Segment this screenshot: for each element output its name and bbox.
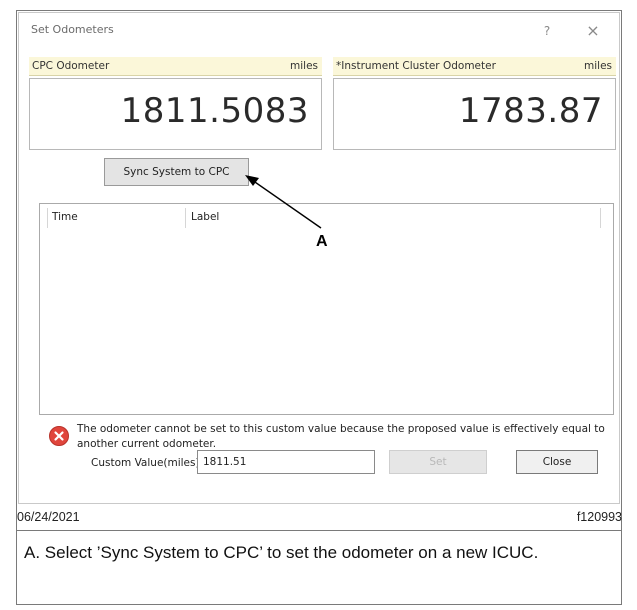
- title-bar: Set Odometers ? ×: [19, 13, 619, 49]
- column-divider[interactable]: [47, 208, 48, 228]
- cluster-odometer-value: 1783.87: [458, 91, 603, 131]
- cluster-odometer-label: *Instrument Cluster Odometer: [336, 60, 496, 72]
- set-odometers-dialog: Set Odometers ? × CPC Odometer miles 181…: [18, 12, 620, 504]
- cluster-odometer-panel: *Instrument Cluster Odometer miles 1783.…: [333, 57, 616, 153]
- cluster-odometer-header: *Instrument Cluster Odometer miles: [333, 57, 616, 76]
- close-x-icon[interactable]: ×: [581, 20, 605, 42]
- help-button[interactable]: ?: [537, 21, 557, 41]
- error-message: The odometer cannot be set to this custo…: [77, 423, 605, 450]
- figure-divider: [16, 530, 622, 531]
- cluster-odometer-unit: miles: [584, 60, 612, 72]
- figure: Set Odometers ? × CPC Odometer miles 181…: [0, 0, 637, 610]
- cluster-odometer-value-box: 1783.87: [333, 78, 616, 150]
- figure-date: 06/24/2021: [17, 510, 80, 524]
- sync-system-to-cpc-button[interactable]: Sync System to CPC: [104, 158, 249, 186]
- close-button[interactable]: Close: [516, 450, 598, 474]
- cpc-odometer-value-box: 1811.5083: [29, 78, 322, 150]
- set-button[interactable]: Set: [389, 450, 487, 474]
- error-x-icon: [49, 426, 69, 446]
- custom-value-input[interactable]: [197, 450, 375, 474]
- column-divider[interactable]: [600, 208, 601, 228]
- callout-letter: A: [316, 233, 328, 250]
- log-table-header: Time Label: [40, 204, 613, 230]
- dialog-title: Set Odometers: [31, 23, 114, 36]
- column-divider[interactable]: [185, 208, 186, 228]
- cpc-odometer-panel: CPC Odometer miles 1811.5083: [29, 57, 322, 153]
- column-header-time[interactable]: Time: [52, 211, 78, 223]
- column-header-label[interactable]: Label: [191, 211, 219, 223]
- cpc-odometer-unit: miles: [290, 60, 318, 72]
- custom-value-label: Custom Value(miles):: [91, 457, 204, 469]
- cpc-odometer-header: CPC Odometer miles: [29, 57, 322, 76]
- cpc-odometer-label: CPC Odometer: [32, 60, 110, 72]
- figure-id: f120993: [576, 510, 622, 524]
- figure-caption: A. Select ’Sync System to CPC’ to set th…: [24, 543, 539, 562]
- cpc-odometer-value: 1811.5083: [120, 91, 309, 131]
